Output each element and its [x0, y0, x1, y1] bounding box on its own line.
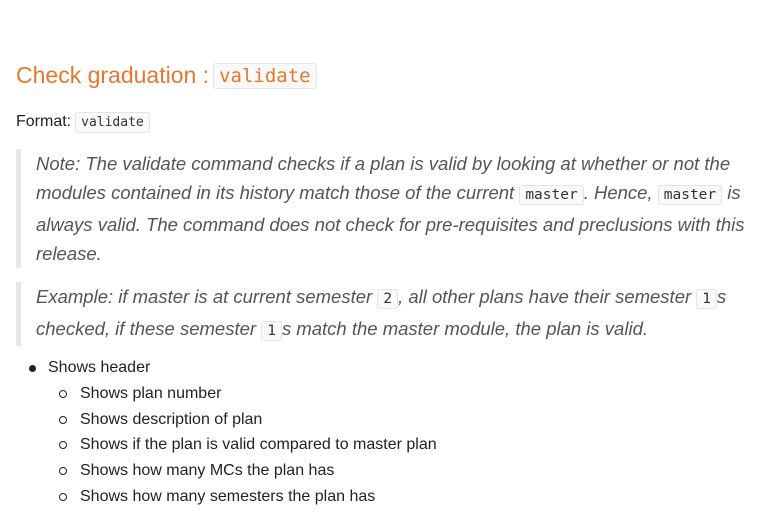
- feature-sublist: Shows plan number Shows description of p…: [48, 381, 437, 510]
- example-text-4: s match the master module, the plan is v…: [281, 318, 648, 339]
- heading-command-code: validate: [213, 63, 317, 89]
- heading-text: Check graduation :: [16, 62, 210, 88]
- example-semester-code-3: 1: [261, 321, 282, 341]
- list-item: Shows plan number: [48, 381, 437, 407]
- list-item: Shows if the plan is valid compared to m…: [48, 432, 437, 458]
- format-label: Format:: [16, 113, 72, 130]
- note-master-code-1: master: [519, 185, 584, 205]
- list-item: Shows how many semesters the plan has: [48, 484, 437, 510]
- list-item-header: Shows header Shows plan number Shows des…: [0, 355, 437, 510]
- feature-list: Shows header Shows plan number Shows des…: [0, 355, 437, 510]
- format-line: Format: validate: [16, 109, 150, 136]
- section-heading: Check graduation : validate: [16, 58, 317, 93]
- document-page: Check graduation : validate Format: valida…: [0, 0, 782, 519]
- note-text-2: . Hence,: [583, 182, 653, 203]
- note-master-code-2: master: [657, 185, 723, 205]
- list-item: Shows how many MCs the plan has: [48, 458, 437, 484]
- list-item-header-label: Shows header: [48, 359, 151, 376]
- example-blockquote: Example: if master is at current semeste…: [16, 282, 766, 346]
- example-semester-code-1: 2: [377, 289, 399, 309]
- example-text-2: , all other plans have their semester: [398, 286, 692, 307]
- list-item: Shows description of plan: [48, 407, 437, 433]
- note-blockquote: Note: The validate command checks if a p…: [16, 149, 766, 268]
- example-semester-code-2: 1: [696, 289, 718, 309]
- format-command-code: validate: [75, 112, 150, 133]
- example-text-1: Example: if master is at current semeste…: [36, 286, 373, 307]
